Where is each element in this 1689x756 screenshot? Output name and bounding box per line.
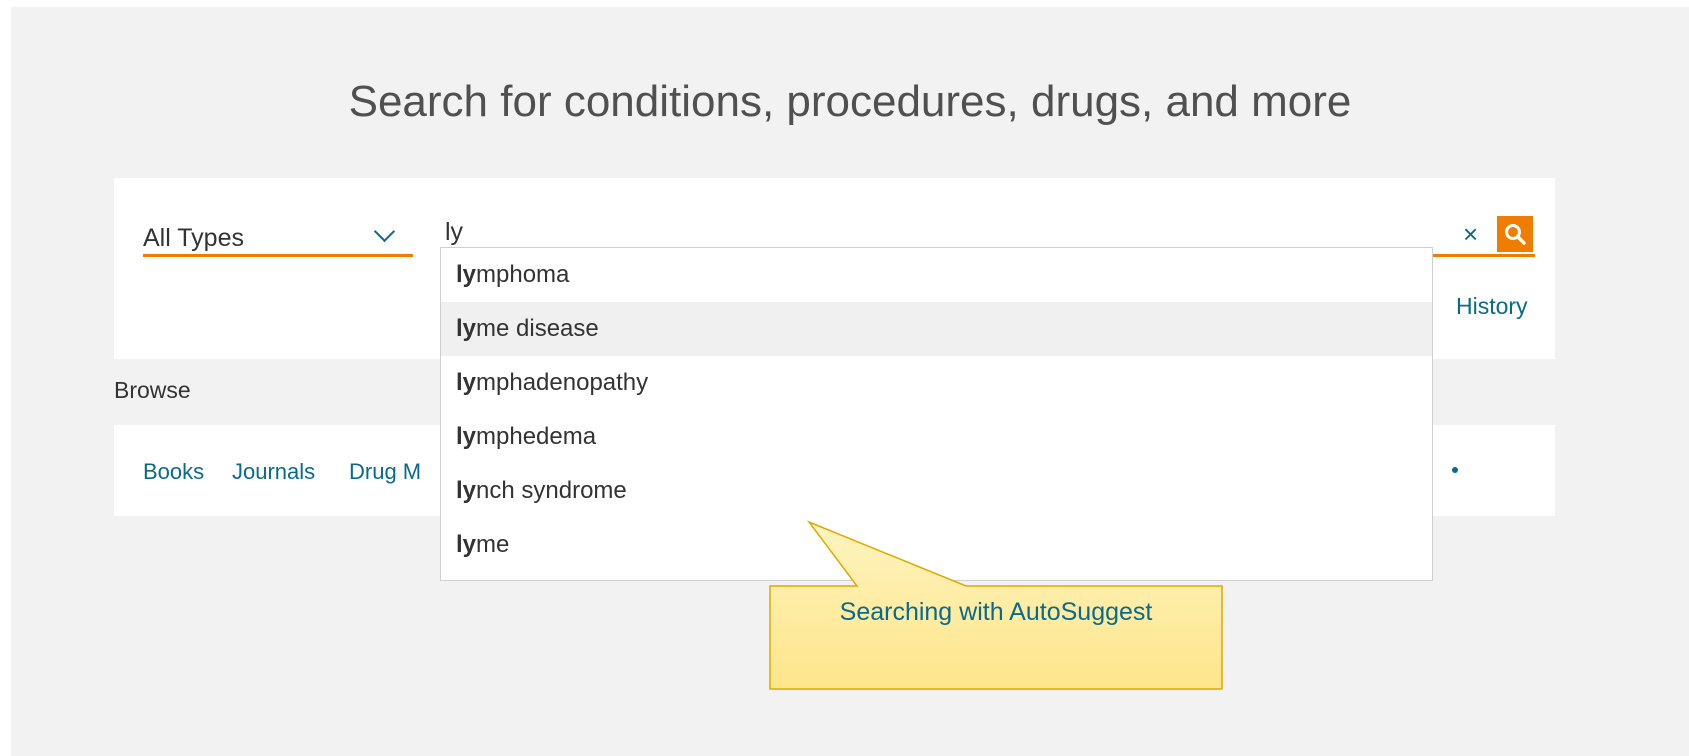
search-input[interactable] — [445, 214, 1405, 250]
clear-icon[interactable]: × — [1463, 216, 1478, 252]
suggestion-match: ly — [456, 315, 477, 342]
suggestion-match: ly — [456, 531, 477, 558]
browse-link-journals[interactable]: Journals — [232, 459, 315, 485]
chevron-down-icon — [373, 220, 396, 243]
search-icon — [1505, 224, 1526, 245]
suggestion-rest: nch syndrome — [476, 477, 627, 504]
search-button[interactable] — [1497, 216, 1533, 252]
suggestion-item-highlighted[interactable]: lyme disease — [441, 302, 1432, 356]
type-select-dropdown[interactable]: All Types — [143, 214, 413, 257]
suggestion-item[interactable]: lymphedema — [441, 410, 1432, 464]
suggestion-match: ly — [456, 423, 477, 450]
callout-text: Searching with AutoSuggest — [839, 598, 1153, 626]
suggestion-rest: mphadenopathy — [476, 369, 649, 396]
suggestion-match: ly — [456, 261, 477, 288]
suggestion-rest: me disease — [476, 315, 599, 342]
suggestion-item[interactable]: lynch syndrome — [441, 464, 1432, 518]
suggestion-match: ly — [456, 477, 477, 504]
suggestion-rest: mphoma — [476, 261, 570, 288]
browse-link-books[interactable]: Books — [143, 459, 204, 485]
browse-heading: Browse — [114, 377, 191, 403]
type-select-value: All Types — [143, 224, 244, 252]
browse-link-drug-monographs[interactable]: Drug M — [349, 459, 421, 485]
suggestion-rest: mphedema — [476, 423, 597, 450]
page-title: Search for conditions, procedures, drugs… — [348, 77, 1352, 126]
bullet-dot — [1452, 467, 1458, 473]
suggestion-match: ly — [456, 369, 477, 396]
suggestion-item[interactable]: lymphadenopathy — [441, 356, 1432, 410]
suggestion-rest: me — [476, 531, 510, 558]
search-history-link[interactable]: History — [1456, 293, 1528, 320]
callout-annotation: Searching with AutoSuggest — [769, 512, 1223, 690]
suggestion-item[interactable]: lymphoma — [441, 248, 1432, 302]
